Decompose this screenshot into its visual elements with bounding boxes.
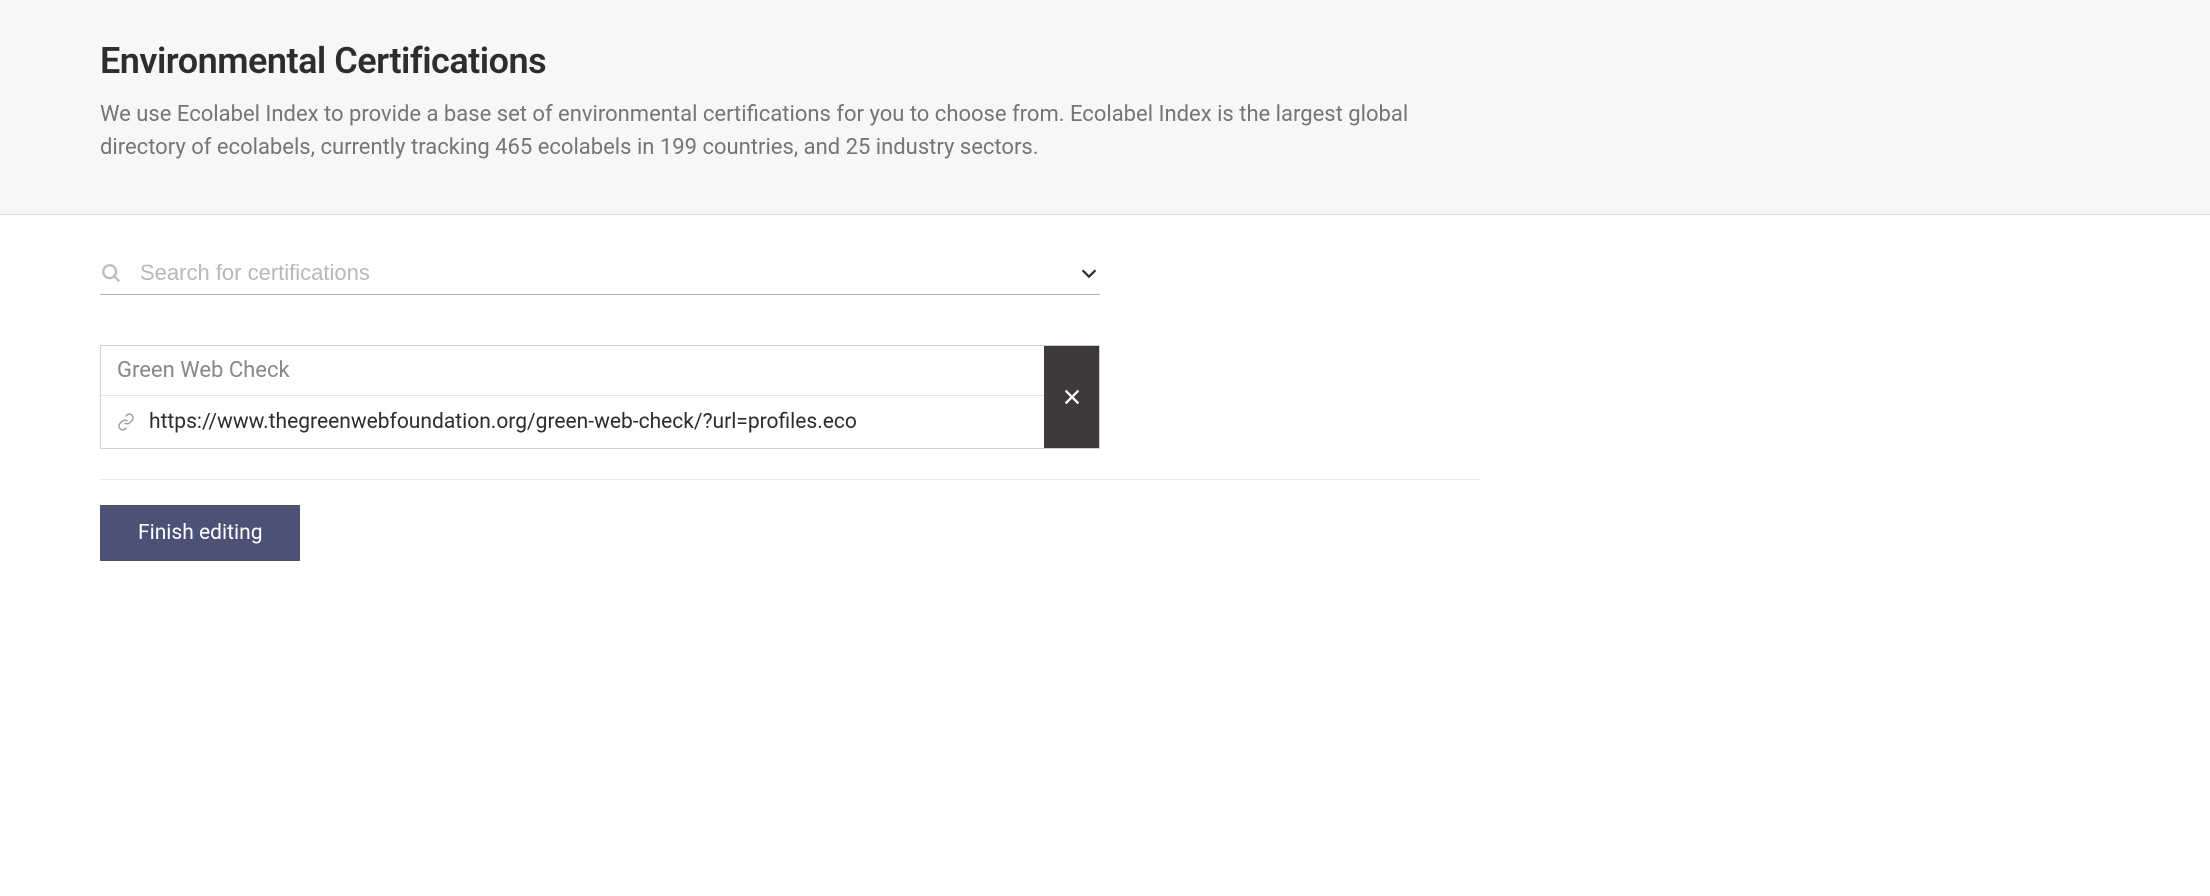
certification-url: https://www.thegreenwebfoundation.org/gr… — [149, 410, 857, 434]
content-section: Green Web Check https://www.thegreenwebf… — [0, 215, 2210, 601]
finish-editing-button[interactable]: Finish editing — [100, 505, 300, 561]
page-description: We use Ecolabel Index to provide a base … — [100, 98, 1420, 164]
page-title: Environmental Certifications — [100, 40, 2110, 82]
section-divider — [100, 479, 1480, 480]
link-icon — [117, 413, 135, 431]
certification-card: Green Web Check https://www.thegreenwebf… — [100, 345, 1100, 449]
chevron-down-icon[interactable] — [1078, 262, 1100, 284]
search-row[interactable] — [100, 260, 1100, 295]
header-section: Environmental Certifications We use Ecol… — [0, 0, 2210, 215]
certification-name: Green Web Check — [101, 346, 1044, 396]
certification-content: Green Web Check https://www.thegreenwebf… — [101, 346, 1044, 448]
remove-certification-button[interactable] — [1044, 346, 1099, 448]
certification-url-row: https://www.thegreenwebfoundation.org/gr… — [101, 396, 1044, 448]
search-icon — [100, 262, 122, 284]
search-input[interactable] — [140, 260, 1066, 286]
close-icon — [1061, 386, 1083, 408]
